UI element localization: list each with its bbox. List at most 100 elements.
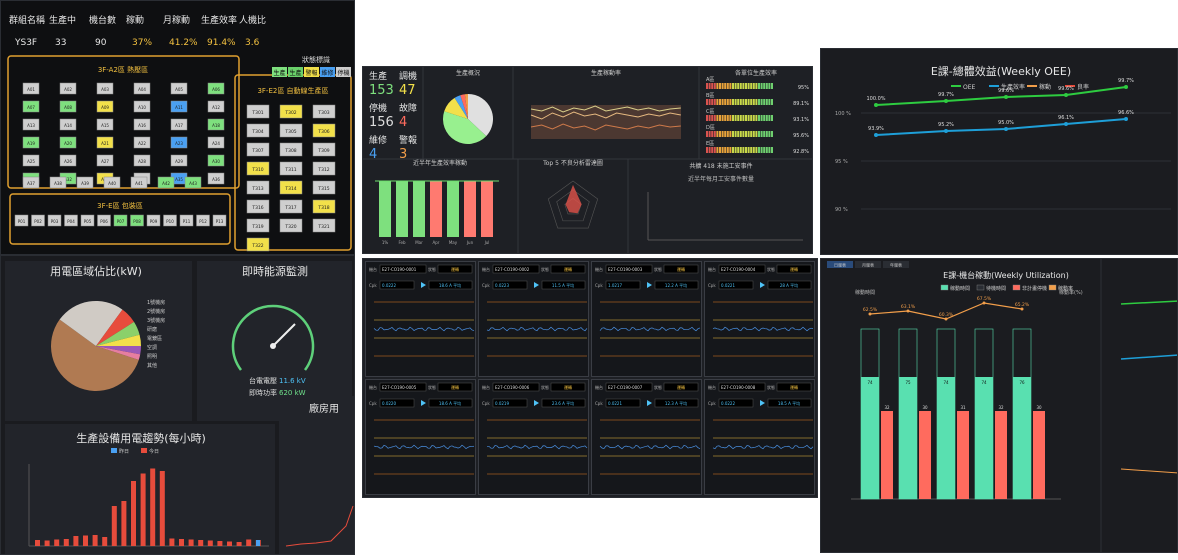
month-label: May	[449, 240, 458, 245]
month-bar	[430, 181, 442, 237]
eff-seg	[745, 83, 747, 89]
eff-seg	[750, 131, 753, 137]
eff-seg	[758, 83, 760, 89]
machine-label: A12	[212, 105, 220, 110]
stat-label: 警報	[399, 134, 417, 146]
eff-seg	[747, 115, 750, 121]
cell-val1: 0.0221	[721, 283, 735, 288]
cell-chart: 機台 E27-CO190-0001 狀態 運轉 Cpk 0.0222 18.6 A 平均	[369, 264, 475, 357]
machine-label: T301	[251, 110, 263, 116]
machine-label: T302	[284, 110, 296, 116]
machine-label: A27	[101, 159, 109, 164]
trend-legend-label: 今日	[149, 448, 159, 455]
eff-seg	[739, 83, 742, 89]
machine-label: A11	[175, 105, 183, 110]
machine-cell[interactable]: 機台 E27-CO190-0007 狀態 運轉 Cpk 0.0221 12.3 A 平均	[591, 379, 702, 495]
cell-val-label: Cpk	[708, 401, 716, 406]
util-bar	[899, 377, 917, 499]
bar-title: 近半年生產效率稼動	[413, 159, 467, 167]
month-label: Jun	[466, 240, 474, 245]
cell-val-label: Cpk	[369, 283, 377, 288]
machine-cell[interactable]: 機台 E27-CO190-0005 狀態 運轉 Cpk 0.0220 18.6 A 平均	[365, 379, 476, 495]
eff-seg	[708, 147, 711, 153]
machine-label: A36	[212, 177, 220, 182]
eff-seg	[737, 147, 740, 153]
machine-label: T308	[284, 148, 296, 154]
eff-label: 93.9%	[868, 126, 884, 132]
rate-point	[868, 312, 872, 316]
legend-swatch	[940, 284, 949, 291]
eff-seg	[737, 115, 740, 121]
machine-label: T316	[251, 205, 263, 211]
trend-bar	[188, 539, 194, 546]
pie-label: 研磨	[147, 326, 157, 333]
machine-cell[interactable]: 機台 E27-CO190-0004 狀態 運轉 Cpk 0.0221 28 A 平均	[704, 261, 815, 377]
eff-seg	[758, 115, 760, 121]
header-value: YS3F	[14, 38, 37, 48]
cell-val2: 11.5 A 平均	[552, 282, 574, 288]
eff-seg	[745, 147, 747, 153]
stop-bar	[1033, 411, 1045, 499]
machine-label: A40	[108, 181, 116, 186]
eff-seg	[732, 131, 734, 137]
machine-cell[interactable]: 機台 E27-CO190-0008 狀態 運轉 Cpk 0.0222 18.5 A 平均	[704, 379, 815, 495]
stop-bar-label: 32	[998, 405, 1004, 410]
eff-seg	[719, 83, 721, 89]
eff-seg	[711, 115, 714, 121]
eff-seg	[745, 131, 747, 137]
machine-label: P08	[133, 219, 141, 224]
eff-seg	[747, 83, 750, 89]
machine-label: A24	[212, 141, 220, 146]
cell-val1: 0.0219	[495, 401, 509, 406]
trend-bar	[83, 535, 88, 546]
machine-cell[interactable]: 機台 E27-CO190-0002 狀態 運轉 Cpk 0.0223 11.5 A 平均	[478, 261, 589, 377]
side-card	[279, 396, 354, 554]
legend-label: 稼動	[1039, 83, 1051, 91]
panel-energy: 用電區域佔比(kW) 1號機房 2號機房 3號機房 研磨 電鍍區 空調 照明 其他 即時能源監…	[0, 255, 355, 555]
overview-svg: 生產153調機47停機156故障4維修4警報3 生產概況 生產稼動率 各單位生產…	[363, 67, 812, 253]
legend-label: 生產	[273, 69, 285, 77]
machine-label: A42	[162, 181, 170, 186]
cell-id-label: 機台	[369, 266, 377, 272]
machine-cell[interactable]: 機台 E27-CO190-0001 狀態 運轉 Cpk 0.0222 18.6 A 平均	[365, 261, 476, 377]
stat-value: 4	[369, 147, 377, 162]
machine-label: A09	[101, 105, 109, 110]
side-title: 廠房用	[309, 402, 339, 415]
cell-val2: 18.6 A 平均	[439, 282, 461, 288]
eff-seg	[768, 147, 771, 153]
stat-label: 維修	[369, 134, 387, 146]
month-bar	[447, 181, 459, 237]
report-tab-label: 月報表	[862, 262, 874, 268]
stat-label: 生產	[369, 70, 387, 82]
trend-legend-label: 昨日	[119, 448, 129, 455]
machine-label: T310	[251, 167, 263, 173]
machine-label: T318	[317, 205, 329, 211]
machine-label: T309	[317, 148, 329, 154]
arrow-icon	[421, 282, 426, 288]
eff-value: 89.1%	[793, 101, 809, 107]
trend-bar	[63, 539, 69, 546]
oee-point	[1064, 93, 1068, 97]
half-year-bars: 1% Feb Mar Apr May Jun Jul	[375, 180, 499, 245]
eff-value: 95%	[798, 85, 809, 91]
stat-value: 4	[399, 115, 407, 130]
eff-seg	[719, 131, 721, 137]
machine-cell[interactable]: 機台 E27-CO190-0006 狀態 運轉 Cpk 0.0219 23.6 A 平均	[478, 379, 589, 495]
cell-status: 運轉	[790, 266, 798, 272]
eff-seg	[711, 99, 714, 105]
eff-seg	[724, 115, 727, 121]
month-label: 1%	[382, 240, 389, 245]
header-label: 稼動	[126, 14, 144, 26]
cell-id: E27-CO190-0006	[495, 385, 530, 390]
machine-cell[interactable]: 機台 E27-CO190-0003 狀態 運轉 Cpk 1.0217 12.2 A 平均	[591, 261, 702, 377]
eff-seg	[742, 131, 745, 137]
eff-seg	[734, 115, 737, 121]
rate-point	[1020, 307, 1024, 311]
cell-chart: 機台 E27-CO190-0004 狀態 運轉 Cpk 0.0221 28 A 平均	[708, 264, 814, 357]
left-axis-label: 稼動時間	[855, 289, 875, 296]
cell-val-label: Cpk	[369, 401, 377, 406]
trend-bar	[131, 481, 136, 546]
gauge-r1-value: 11.6 kV	[279, 377, 306, 385]
machine-label: A22	[138, 141, 146, 146]
legend-swatch	[1048, 284, 1057, 291]
